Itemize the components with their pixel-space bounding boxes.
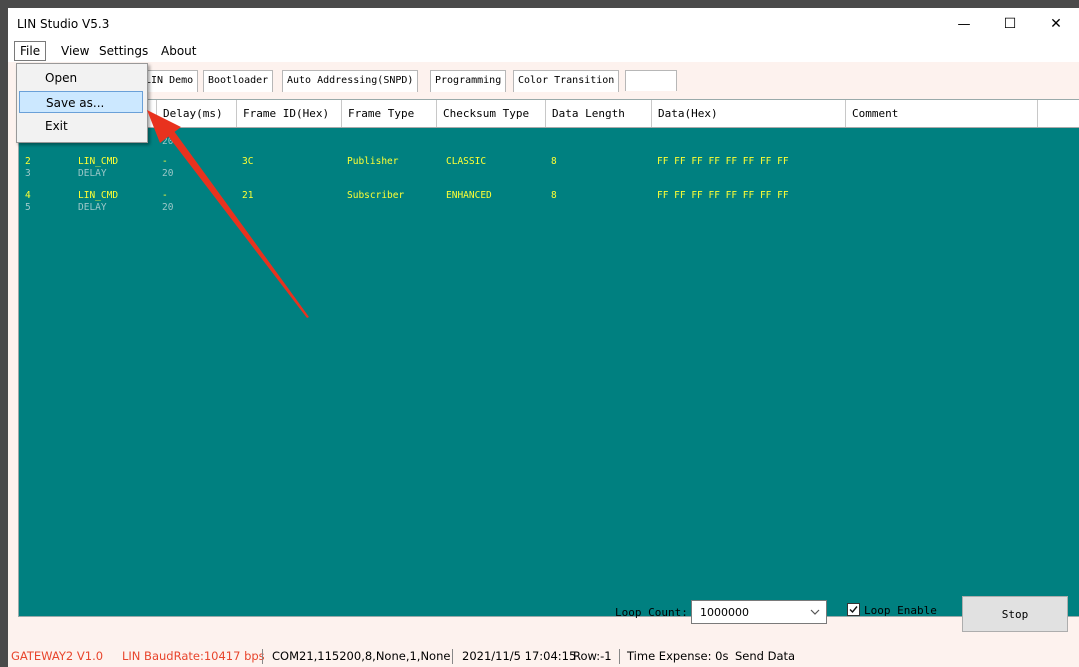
- cell-frame-type: Publisher: [347, 156, 399, 167]
- minimize-icon: —: [957, 16, 971, 32]
- menu-item-open[interactable]: Open: [19, 67, 143, 89]
- status-bar: GATEWAY2 V1.0 LIN BaudRate:10417 bps COM…: [8, 645, 1079, 667]
- table-row[interactable]: 4 LIN_CMD - 21 Subscriber ENHANCED 8 FF …: [19, 190, 1079, 202]
- tab-color-transition[interactable]: Color Transition: [513, 70, 620, 92]
- loop-count-select[interactable]: 1000000: [691, 600, 827, 624]
- cell-checksum-type: ENHANCED: [446, 190, 492, 201]
- status-separator: [452, 649, 453, 664]
- menu-file[interactable]: File: [14, 41, 47, 61]
- tab-lin-demo[interactable]: LIN Demo: [140, 70, 199, 92]
- column-header-comment[interactable]: Comment: [845, 100, 1037, 127]
- cell-index: 5: [25, 202, 31, 213]
- maximize-icon: ☐: [1003, 16, 1017, 32]
- menu-bar: File View Settings About: [8, 40, 1079, 62]
- check-icon: [849, 606, 858, 614]
- tab-auto-addressing[interactable]: Auto Addressing(SNPD): [282, 70, 419, 92]
- menu-item-save-as[interactable]: Save as...: [19, 91, 143, 113]
- loop-count-value: 1000000: [700, 606, 749, 619]
- close-button[interactable]: ✕: [1033, 8, 1079, 40]
- stop-button[interactable]: Stop: [962, 596, 1068, 632]
- table-row[interactable]: 5 DELAY 20: [19, 202, 1079, 214]
- cell-frame-type: Subscriber: [347, 190, 405, 201]
- cell-index: 4: [25, 190, 31, 201]
- title-bar: LIN Studio V5.3 — ☐ ✕: [8, 8, 1079, 40]
- menu-about[interactable]: About: [159, 43, 198, 59]
- file-menu-dropdown: Open Save as... Exit: [16, 63, 148, 143]
- status-row: Row:-1: [573, 649, 612, 663]
- table-row[interactable]: 20: [19, 136, 1079, 148]
- control-panel: Loop Count: 1000000 Loop Enable Stop: [8, 590, 1079, 636]
- status-datetime: 2021/11/5 17:04:15: [462, 649, 577, 663]
- status-gateway: GATEWAY2 V1.0: [11, 649, 104, 663]
- minimize-button[interactable]: —: [941, 8, 987, 40]
- loop-enable-label[interactable]: Loop Enable: [864, 604, 937, 617]
- status-separator: [619, 649, 620, 664]
- loop-enable-checkbox[interactable]: [847, 603, 860, 616]
- menu-item-exit[interactable]: Exit: [19, 115, 143, 137]
- app-window: LIN Studio V5.3 — ☐ ✕ File View Settings…: [8, 8, 1079, 667]
- tab-bootloader[interactable]: Bootloader: [203, 70, 274, 92]
- column-header-checksum-type[interactable]: Checksum Type: [436, 100, 545, 127]
- status-baudrate: LIN BaudRate:10417 bps: [122, 649, 265, 663]
- tab-strip: LIN Demo Bootloader Auto Addressing(SNPD…: [8, 70, 1079, 92]
- cell-data-hex: FF FF FF FF FF FF FF FF: [657, 190, 789, 201]
- cell-delay: 20: [162, 202, 174, 213]
- chevron-down-icon: [810, 609, 820, 615]
- tab-programming[interactable]: Programming: [430, 70, 507, 92]
- cell-frame-id: 21: [242, 190, 254, 201]
- column-header-delay[interactable]: Delay(ms): [156, 100, 236, 127]
- cell-type: LIN_CMD: [78, 156, 119, 167]
- column-header-data-length[interactable]: Data Length: [545, 100, 651, 127]
- cell-index: 2: [25, 156, 31, 167]
- cell-delay: 20: [162, 168, 174, 179]
- cell-checksum-type: CLASSIC: [446, 156, 487, 167]
- cell-frame-id: 3C: [242, 156, 254, 167]
- cell-type: DELAY: [78, 168, 107, 179]
- menu-view[interactable]: View: [59, 43, 91, 59]
- cell-data-length: 8: [551, 156, 557, 167]
- cell-delay: 20: [162, 136, 174, 147]
- maximize-button[interactable]: ☐: [987, 8, 1033, 40]
- column-header-frame-id[interactable]: Frame ID(Hex): [236, 100, 341, 127]
- table-row[interactable]: 2 LIN_CMD - 3C Publisher CLASSIC 8 FF FF…: [19, 156, 1079, 168]
- loop-count-label: Loop Count:: [615, 606, 688, 619]
- status-time-expense: Time Expense: 0s: [627, 649, 729, 663]
- status-com-settings: COM21,115200,8,None,1,None: [272, 649, 451, 663]
- column-header-data-hex[interactable]: Data(Hex): [651, 100, 845, 127]
- grid-header: Delay(ms) Frame ID(Hex) Frame Type Check…: [19, 100, 1079, 128]
- cell-delay: -: [162, 190, 168, 201]
- cell-data-length: 8: [551, 190, 557, 201]
- status-separator: [262, 649, 263, 664]
- close-icon: ✕: [1050, 16, 1062, 32]
- cell-delay: -: [162, 156, 168, 167]
- cell-type: LIN_CMD: [78, 190, 119, 201]
- cell-type: DELAY: [78, 202, 107, 213]
- column-header-frame-type[interactable]: Frame Type: [341, 100, 436, 127]
- command-grid[interactable]: Delay(ms) Frame ID(Hex) Frame Type Check…: [18, 99, 1079, 617]
- column-header-filler: [1037, 100, 1079, 127]
- cell-index: 3: [25, 168, 31, 179]
- cell-data-hex: FF FF FF FF FF FF FF FF: [657, 156, 789, 167]
- menu-settings[interactable]: Settings: [97, 43, 150, 59]
- status-action: Send Data: [735, 649, 796, 663]
- window-title: LIN Studio V5.3: [17, 17, 110, 31]
- tab-empty: [625, 70, 677, 91]
- table-row[interactable]: 3 DELAY 20: [19, 168, 1079, 180]
